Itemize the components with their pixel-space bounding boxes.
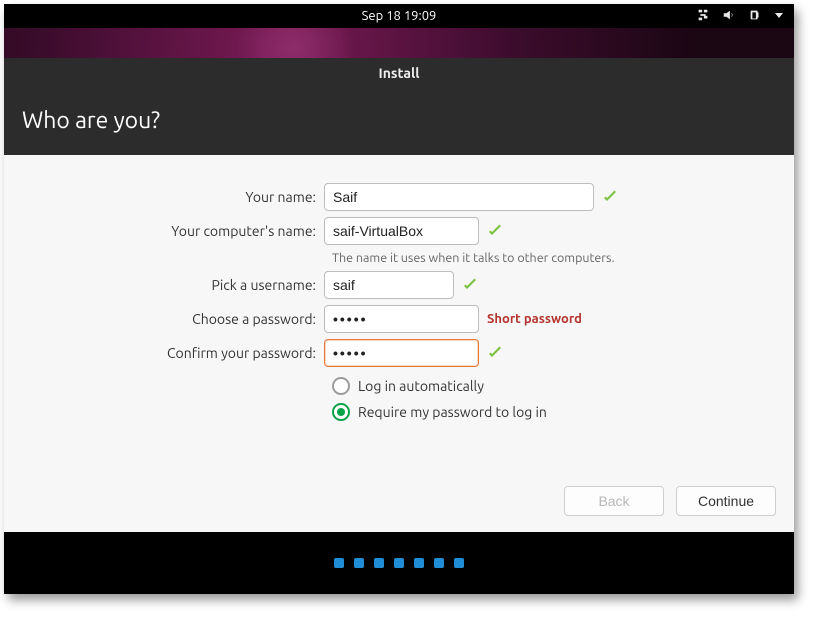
password-label: Choose a password: [24,311,324,327]
name-label: Your name: [24,189,324,205]
computer-hint: The name it uses when it talks to other … [332,251,774,265]
volume-icon[interactable] [722,8,736,25]
radio-icon [332,403,350,421]
button-bar: Back Continue [4,476,794,532]
progress-dot [394,558,404,568]
check-icon [462,277,478,293]
network-icon[interactable] [696,8,710,25]
radio-login-password-label: Require my password to log in [358,404,547,420]
progress-dot [334,558,344,568]
password-strength: Short password [487,312,582,326]
wallpaper-strip [4,28,794,58]
system-topbar: Sep 18 19:09 [4,4,794,28]
password-input[interactable] [324,305,479,333]
window-titlebar: Install [4,58,794,88]
progress-bar [4,532,794,594]
username-label: Pick a username: [24,277,324,293]
battery-icon[interactable] [748,8,762,25]
installer-form: Your name: Your computer's name: The nam… [4,155,794,476]
radio-login-auto[interactable]: Log in automatically [332,373,774,399]
progress-dot [434,558,444,568]
progress-dot [354,558,364,568]
progress-dot [374,558,384,568]
back-button: Back [564,486,664,516]
check-icon [602,189,618,205]
dropdown-caret-icon[interactable] [774,9,784,23]
computer-label: Your computer's name: [24,223,324,239]
progress-dot [414,558,424,568]
username-input[interactable] [324,271,454,299]
window-title: Install [379,65,420,81]
radio-login-password[interactable]: Require my password to log in [332,399,774,425]
check-icon [487,223,503,239]
continue-button[interactable]: Continue [676,486,776,516]
check-icon [487,345,503,361]
confirm-password-input[interactable] [324,339,479,367]
clock: Sep 18 19:09 [362,9,437,23]
confirm-label: Confirm your password: [24,345,324,361]
page-title: Who are you? [22,108,160,133]
name-input[interactable] [324,183,594,211]
radio-icon [332,377,350,395]
computer-name-input[interactable] [324,217,479,245]
progress-dot [454,558,464,568]
page-header: Who are you? [4,88,794,155]
radio-login-auto-label: Log in automatically [358,378,484,394]
